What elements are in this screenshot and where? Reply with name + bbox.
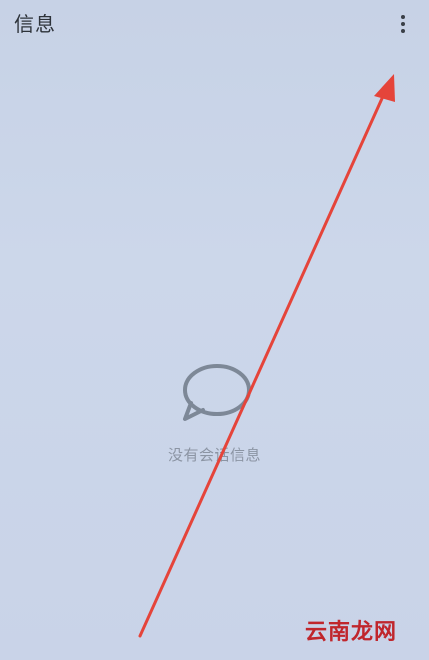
- more-vert-icon: [401, 15, 405, 19]
- page-title: 信息: [14, 12, 56, 36]
- empty-message: 没有会话信息: [167, 446, 261, 464]
- more-options-button[interactable]: [391, 6, 415, 42]
- messages-screen: 信息 没有会话信息: [0, 0, 429, 660]
- app-bar: 信息: [0, 0, 429, 48]
- empty-state: 没有会话信息: [0, 362, 429, 465]
- chat-bubble-icon: [182, 364, 251, 421]
- watermark: 云南龙网: [304, 619, 397, 645]
